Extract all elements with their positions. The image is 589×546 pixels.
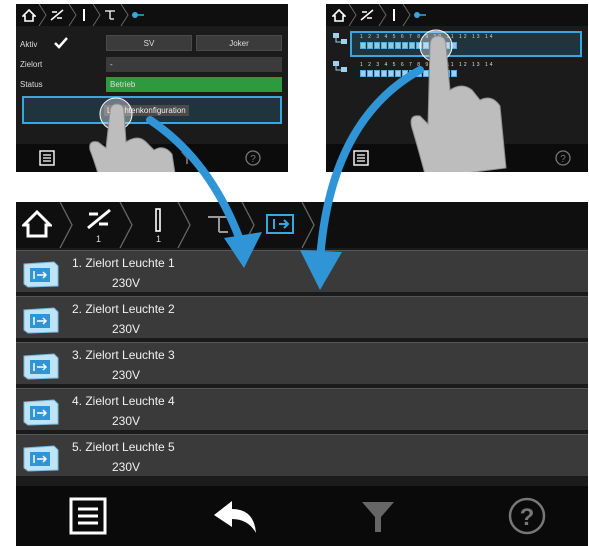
exit-sign-icon[interactable]	[266, 214, 294, 239]
filter-icon[interactable]	[358, 498, 398, 536]
home-icon[interactable]	[20, 209, 54, 243]
checkmark-icon[interactable]	[54, 36, 68, 54]
grid-screen-panel: 1 2 3 4 5 6 7 8 9 10 11 12 13 14 1 2 3 4…	[326, 4, 588, 172]
group-icon	[332, 60, 348, 79]
cross-lines-icon[interactable]	[86, 208, 112, 235]
bar-icon[interactable]	[386, 4, 402, 26]
home-icon[interactable]	[18, 4, 40, 26]
zielort-field[interactable]: -	[106, 57, 282, 72]
breadcrumb: 1 1	[16, 202, 588, 248]
hand-pointer-icon	[410, 29, 507, 172]
back-arrow-icon[interactable]	[210, 496, 262, 536]
breadcrumb	[326, 4, 588, 26]
breadcrumb	[16, 4, 288, 26]
aktiv-label: Aktiv	[20, 40, 38, 49]
bar-icon[interactable]	[76, 4, 92, 26]
item-title: 5. Zielort Leuchte 5	[72, 440, 175, 454]
svg-text:?: ?	[250, 154, 256, 165]
node-icon[interactable]	[128, 4, 148, 26]
item-title: 1. Zielort Leuchte 1	[72, 256, 175, 270]
list-icon[interactable]	[350, 150, 372, 166]
item-voltage: 230V	[112, 460, 141, 474]
sv-button[interactable]: SV	[106, 35, 192, 51]
item-title: 4. Zielort Leuchte 4	[72, 394, 175, 408]
list-icon[interactable]	[36, 150, 58, 166]
zielort-label: Zielort	[20, 60, 43, 69]
exit-luminaire-icon	[23, 445, 59, 472]
footer-bar: ?	[16, 486, 588, 546]
list-icon[interactable]	[66, 496, 110, 536]
joker-button[interactable]: Joker	[196, 35, 282, 51]
exit-luminaire-icon	[23, 307, 59, 334]
status-label: Status	[20, 80, 43, 89]
item-title: 2. Zielort Leuchte 2	[72, 302, 175, 316]
svg-text:?: ?	[560, 154, 566, 165]
exit-luminaire-icon	[23, 353, 59, 380]
item-voltage: 230V	[112, 276, 141, 290]
list-item[interactable]: 3. Zielort Leuchte 3 230V	[16, 342, 588, 384]
help-icon[interactable]: ?	[552, 150, 574, 166]
exit-luminaire-icon	[23, 399, 59, 426]
group-icon	[332, 32, 348, 51]
detail-screen-panel: Aktiv SV Joker Zielort - Status Betrieb …	[16, 4, 288, 172]
item-title: 3. Zielort Leuchte 3	[72, 348, 175, 362]
list-item[interactable]: 5. Zielort Leuchte 5 230V	[16, 434, 588, 476]
luminaire-list-screen: 1 1 1. Zielort Leuchte 1 230V 2. Zielort…	[16, 202, 588, 546]
item-voltage: 230V	[112, 322, 141, 336]
crumb-sub: 1	[96, 234, 102, 244]
svg-text:?: ?	[520, 504, 535, 531]
cross-lines-icon[interactable]	[46, 4, 68, 26]
item-voltage: 230V	[112, 368, 141, 382]
tree-icon[interactable]	[206, 214, 232, 241]
home-icon[interactable]	[328, 4, 350, 26]
tree-icon[interactable]	[410, 4, 430, 26]
list-item[interactable]: 2. Zielort Leuchte 2 230V	[16, 296, 588, 338]
cross-lines-icon[interactable]	[356, 4, 378, 26]
help-icon[interactable]: ?	[242, 150, 264, 166]
list-item[interactable]: 4. Zielort Leuchte 4 230V	[16, 388, 588, 430]
exit-luminaire-icon	[23, 261, 59, 288]
tree-icon[interactable]	[100, 4, 120, 26]
item-voltage: 230V	[112, 414, 141, 428]
hand-pointer-icon	[89, 97, 176, 172]
bar-icon[interactable]	[154, 208, 162, 237]
list-item[interactable]: 1. Zielort Leuchte 1 230V	[16, 250, 588, 292]
help-icon[interactable]: ?	[506, 496, 548, 536]
crumb-sub: 1	[156, 234, 162, 244]
